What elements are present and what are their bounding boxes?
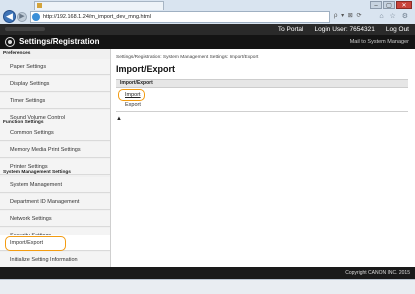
section-header: Import/Export: [116, 79, 408, 88]
sidebar-import-export-highlight: [5, 236, 66, 251]
window-controls: – ▢ ✕: [370, 1, 412, 9]
sidebar-item-network-settings[interactable]: Network Settings: [0, 211, 110, 227]
sidebar-item-memory-media-print[interactable]: Memory Media Print Settings: [0, 142, 110, 158]
ie-page-icon: [32, 13, 40, 21]
sidebar-item-common-settings[interactable]: Common Settings: [0, 125, 110, 141]
login-user-text: Login User: 7654321: [314, 26, 375, 33]
sidebar-item-initialize-setting[interactable]: Initialize Setting Information: [0, 252, 110, 268]
close-button[interactable]: ✕: [396, 1, 412, 9]
sidebar-item-paper-settings[interactable]: Paper Settings: [0, 59, 110, 75]
sidebar-heading-system: System Management Settings: [3, 170, 71, 175]
top-links: To Portal Login User: 7654321 Log Out: [278, 24, 409, 35]
sidebar-heading-preferences: Preferences: [3, 51, 31, 56]
sidebar-item-department-id[interactable]: Department ID Management: [0, 194, 110, 210]
settings-gear-icon-center: [8, 40, 12, 44]
tab-favicon-icon: [37, 3, 42, 8]
export-link[interactable]: Export: [125, 102, 141, 108]
import-link-highlight: [118, 89, 145, 101]
address-tools[interactable]: ρ ▾ ⊠ ⟳: [334, 12, 362, 19]
home-star-gear-icons[interactable]: ⌂ ☆ ⚙: [379, 12, 410, 20]
mail-to-system-manager-link[interactable]: Mail to System Manager: [350, 35, 409, 49]
back-arrow-icon[interactable]: ◀: [3, 10, 16, 23]
page-title: Import/Export: [116, 64, 176, 74]
sidebar-item-system-management[interactable]: System Management: [0, 177, 110, 193]
browser-status-bar: [0, 279, 415, 294]
minimize-button[interactable]: –: [370, 1, 382, 9]
browser-tab[interactable]: [34, 1, 164, 10]
log-out-link[interactable]: Log Out: [386, 24, 409, 35]
maximize-button[interactable]: ▢: [383, 1, 395, 9]
app-title: Settings/Registration: [19, 37, 100, 46]
content-divider: [116, 111, 408, 112]
sidebar-item-timer-settings[interactable]: Timer Settings: [0, 93, 110, 109]
to-portal-link[interactable]: To Portal: [278, 24, 304, 35]
device-name-blurred: [5, 27, 45, 31]
address-bar[interactable]: http://192.168.1.24/m_import_dev_mng.htm…: [30, 11, 330, 23]
forward-arrow-icon[interactable]: ▶: [17, 12, 27, 22]
breadcrumb: Settings/Registration: System Management…: [116, 55, 259, 60]
back-to-top-icon[interactable]: ▲: [116, 116, 122, 122]
sidebar-item-display-settings[interactable]: Display Settings: [0, 76, 110, 92]
copyright-text: Copyright CANON INC. 2015: [345, 270, 410, 276]
